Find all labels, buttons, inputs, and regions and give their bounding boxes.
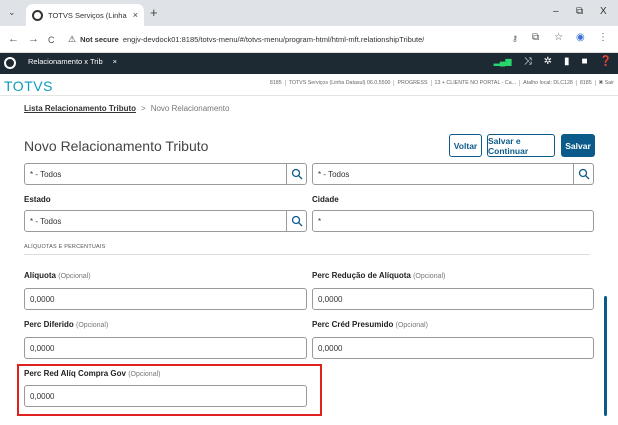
info-item: Atalho local: DLC128	[519, 80, 573, 86]
perc-cred-presumido-value: 0,0000	[318, 343, 343, 353]
top-left-value: * - Todos	[30, 169, 62, 179]
top-left-lookup[interactable]: * - Todos	[24, 163, 307, 185]
app-tab-close-icon[interactable]: ×	[113, 57, 117, 66]
browser-tab-title: TOTVS Serviços (Linha Datasul)	[48, 10, 128, 20]
scrollbar[interactable]	[604, 296, 607, 416]
shuffle-icon[interactable]: ⤨	[524, 56, 532, 67]
kebab-menu-icon[interactable]: ⋮	[598, 32, 608, 43]
top-right-value: * - Todos	[318, 169, 350, 179]
back-button[interactable]: Voltar	[449, 134, 482, 157]
perc-cred-presumido-label: Perc Créd Presumido (Opcional)	[312, 320, 428, 329]
estado-value: * - Todos	[30, 216, 62, 226]
signal-icon: ▂▄▆	[493, 57, 512, 66]
back-icon[interactable]: ←	[8, 33, 19, 45]
translate-icon[interactable]: ⧉	[532, 32, 539, 43]
perc-diferido-label-text: Perc Diferido	[24, 320, 74, 329]
tab-list-icon[interactable]: ⌄	[8, 7, 16, 18]
search-icon[interactable]	[573, 164, 593, 184]
page-title: Novo Relacionamento Tributo	[24, 138, 209, 154]
estado-label: Estado	[24, 195, 51, 204]
perc-red-aliq-compra-gov-label-text: Perc Red Alíq Compra Gov	[24, 369, 126, 378]
reload-icon[interactable]: C	[48, 35, 55, 45]
breadcrumb-separator: >	[141, 104, 146, 113]
estado-lookup[interactable]: * - Todos	[24, 210, 307, 232]
perc-red-aliq-compra-gov-value: 0,0000	[30, 391, 55, 401]
breadcrumb-link[interactable]: Lista Relacionamento Tributo	[24, 104, 136, 113]
optional-tag: (Opcional)	[413, 273, 446, 280]
warning-icon: ⚠	[68, 34, 77, 44]
app-tab[interactable]: Relacionamento x Trib ×	[28, 57, 117, 66]
perc-reducao-label: Perc Redução de Alíquota (Opcional)	[312, 271, 445, 280]
top-right-lookup[interactable]: * - Todos	[312, 163, 594, 185]
section-divider	[24, 254, 590, 255]
info-item: 13 + CLIENTE NO PORTAL - Ca...	[430, 80, 516, 86]
close-window-icon[interactable]: X	[600, 6, 607, 17]
cidade-label: Cidade	[312, 195, 339, 204]
url-text: engjv-devdock01:8185/totvs-menu/#/totvs-…	[122, 35, 425, 44]
perc-reducao-input[interactable]: 0,0000	[312, 288, 594, 310]
totvs-logo: TOTVS	[4, 78, 53, 94]
perc-reducao-value: 0,0000	[318, 294, 343, 304]
perc-reducao-label-text: Perc Redução de Alíquota	[312, 271, 411, 280]
optional-tag: (Opcional)	[395, 322, 428, 329]
search-icon[interactable]	[286, 164, 306, 184]
not-secure-label: Not secure	[80, 35, 119, 44]
perc-diferido-value: 0,0000	[30, 343, 55, 353]
aliquota-label-text: Alíquota	[24, 271, 56, 280]
settings-icon[interactable]: ✲	[544, 56, 552, 67]
section-title: ALÍQUOTAS E PERCENTUAIS	[24, 244, 106, 250]
info-item: 8185	[575, 80, 592, 86]
address-bar-row: ← → C ⚠ Not secure engjv-devdock01:8185/…	[0, 26, 618, 53]
restore-icon[interactable]: ⧉	[576, 6, 583, 17]
info-strip: 8185 TOTVS Serviços (Linha Datasul) 06.0…	[270, 80, 614, 86]
aliquota-label: Alíquota (Opcional)	[24, 271, 91, 280]
notebook-icon[interactable]: ▮	[564, 56, 570, 67]
breadcrumb: Lista Relacionamento Tributo > Novo Rela…	[24, 104, 229, 113]
tab-close-icon[interactable]: ×	[133, 10, 138, 20]
browser-tab-bar: ⌄ TOTVS Serviços (Linha Datasul) × + – ⧉…	[0, 0, 618, 26]
app-tab-label: Relacionamento x Trib	[28, 57, 103, 66]
forward-icon[interactable]: →	[28, 33, 39, 45]
help-icon[interactable]: ❓	[600, 56, 612, 67]
save-continue-button[interactable]: Salvar e Continuar	[487, 134, 555, 157]
optional-tag: (Opcional)	[58, 273, 91, 280]
perc-diferido-input[interactable]: 0,0000	[24, 337, 307, 359]
totvs-logo-icon	[4, 57, 16, 69]
aliquota-value: 0,0000	[30, 294, 55, 304]
profile-icon[interactable]: ◉	[576, 32, 585, 43]
perc-cred-presumido-input[interactable]: 0,0000	[312, 337, 594, 359]
aliquota-input[interactable]: 0,0000	[24, 288, 307, 310]
cidade-value: *	[318, 216, 322, 226]
breadcrumb-current: Novo Relacionamento	[150, 104, 230, 113]
star-icon[interactable]: ☆	[554, 32, 563, 43]
chat-icon[interactable]: ■	[582, 56, 588, 67]
app-header: Relacionamento x Trib × ▂▄▆ ⤨ ✲ ▮ ■ ❓	[0, 53, 618, 74]
browser-tab[interactable]: TOTVS Serviços (Linha Datasul) ×	[26, 4, 144, 26]
header-icons: ▂▄▆ ⤨ ✲ ▮ ■ ❓	[494, 56, 612, 67]
info-item: 8185	[269, 80, 282, 86]
optional-tag: (Opcional)	[128, 371, 161, 378]
password-key-icon[interactable]: ⚷	[512, 34, 518, 43]
perc-diferido-label: Perc Diferido (Opcional)	[24, 320, 108, 329]
minimize-icon[interactable]: –	[553, 6, 559, 17]
info-item: TOTVS Serviços (Linha Datasul) 06.0.5500	[284, 80, 390, 86]
perc-red-aliq-compra-gov-input[interactable]: 0,0000	[24, 385, 307, 407]
optional-tag: (Opcional)	[76, 322, 109, 329]
favicon-icon	[32, 9, 43, 21]
url-field[interactable]: ⚠ Not secure engjv-devdock01:8185/totvs-…	[68, 31, 566, 48]
search-icon[interactable]	[286, 211, 306, 231]
info-item: PROGRESS	[393, 80, 428, 86]
perc-cred-presumido-label-text: Perc Créd Presumido	[312, 320, 394, 329]
totvs-bar: TOTVS 8185 TOTVS Serviços (Linha Datasul…	[0, 74, 618, 96]
save-button[interactable]: Salvar	[561, 134, 595, 157]
cidade-field[interactable]: *	[312, 210, 594, 232]
logout-link[interactable]: ✖ Sair	[594, 80, 614, 86]
new-tab-button[interactable]: +	[150, 5, 158, 20]
perc-red-aliq-compra-gov-label: Perc Red Alíq Compra Gov (Opcional)	[24, 369, 160, 378]
